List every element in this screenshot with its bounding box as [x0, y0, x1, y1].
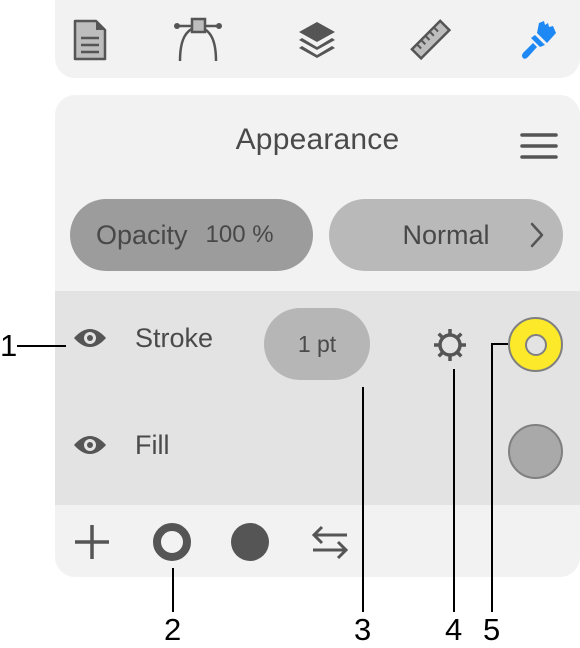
opacity-value: 100 %	[205, 221, 274, 248]
stroke-swatch-hole	[524, 333, 547, 356]
hamburger-menu-icon	[520, 133, 558, 159]
bottom-action-bar	[55, 505, 580, 577]
bezier-path-icon	[174, 17, 222, 62]
opacity-label: Opacity	[96, 219, 188, 250]
callout-3-line	[362, 387, 364, 612]
ruler-icon	[410, 19, 452, 61]
fill-color-swatch[interactable]	[508, 424, 563, 479]
panel-title: Appearance	[235, 123, 400, 156]
layers-tool-button[interactable]	[292, 15, 342, 65]
fill-row[interactable]: Fill	[55, 398, 580, 498]
appearance-tool-button[interactable]	[513, 15, 563, 65]
opacity-control[interactable]: Opacity 100 %	[70, 199, 313, 271]
swap-icon[interactable]	[309, 521, 351, 563]
blend-mode-value: Normal	[402, 219, 490, 250]
measure-tool-button[interactable]	[406, 15, 456, 65]
callout-5-line-horizontal	[491, 343, 508, 345]
callout-4-line	[453, 369, 455, 612]
path-tool-button[interactable]	[173, 15, 223, 65]
callout-3: 3	[354, 612, 372, 647]
document-tool-button[interactable]	[65, 15, 115, 65]
eye-icon[interactable]	[73, 433, 107, 457]
appearance-panel: Appearance Opacity 100 % Normal Stroke 1…	[55, 95, 580, 577]
callout-2-line	[172, 568, 174, 612]
stroke-row[interactable]: Stroke 1 pt	[55, 291, 580, 391]
callout-5-line	[491, 343, 493, 612]
add-fill-icon[interactable]	[229, 521, 271, 563]
paintbrush-icon	[522, 21, 556, 59]
eye-icon[interactable]	[73, 326, 107, 350]
gear-icon[interactable]	[432, 327, 468, 363]
callout-4: 4	[445, 612, 463, 647]
fill-label: Fill	[135, 430, 170, 460]
add-icon[interactable]	[71, 521, 113, 563]
blend-mode-button[interactable]: Normal	[329, 199, 563, 271]
stroke-color-swatch[interactable]	[508, 317, 563, 372]
chevron-right-icon	[530, 222, 544, 248]
callout-5: 5	[483, 612, 501, 647]
callout-1-line	[17, 345, 66, 347]
callout-1: 1	[0, 328, 18, 363]
menu-button[interactable]	[520, 131, 558, 161]
stroke-label: Stroke	[135, 323, 214, 353]
attributes-list: Stroke 1 pt Fill	[55, 291, 580, 505]
layers-icon	[299, 22, 335, 58]
tool-bar	[55, 0, 580, 78]
stroke-width-button[interactable]: 1 pt	[264, 308, 370, 380]
stroke-width-value: 1 pt	[297, 330, 337, 357]
document-icon	[73, 19, 107, 61]
callout-2: 2	[164, 612, 182, 647]
add-stroke-icon[interactable]	[151, 521, 193, 563]
